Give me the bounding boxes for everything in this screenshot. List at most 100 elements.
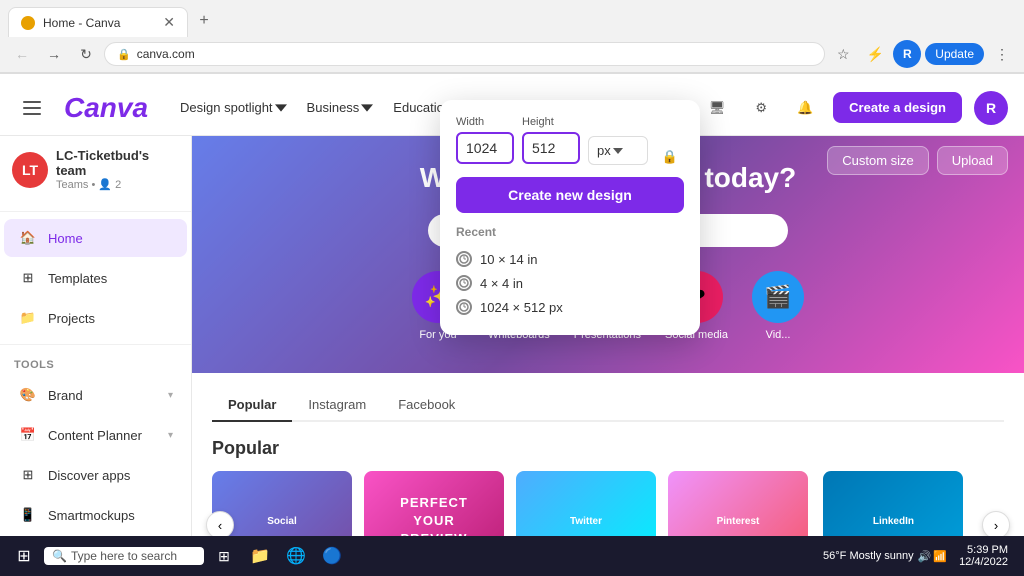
user-avatar-nav[interactable]: R xyxy=(974,91,1008,125)
browser-profile-icon: R xyxy=(893,40,921,68)
upload-button[interactable]: Upload xyxy=(937,146,1008,175)
extension-btn[interactable]: ⚡ xyxy=(861,40,889,68)
nav-business[interactable]: Business xyxy=(299,94,382,121)
address-bar[interactable]: 🔒 canva.com xyxy=(104,42,825,66)
team-subtitle: Teams • 👤 2 xyxy=(56,178,179,191)
taskbar-clock: 5:39 PM 12/4/2022 xyxy=(951,544,1016,568)
popup-spacer2 xyxy=(656,133,684,149)
taskbar-weather: 56°F Mostly sunny xyxy=(823,550,914,562)
taskbar-time: 5:39 PM xyxy=(959,544,1008,556)
sidebar-item-projects[interactable]: 📁 Projects xyxy=(4,299,187,337)
profile-tab-btn[interactable]: R xyxy=(893,40,921,68)
popup-height-label: Height xyxy=(522,116,580,128)
design-type-video[interactable]: 🎬 Vid... xyxy=(752,271,804,341)
taskbar-system-icons: 🔊 📶 xyxy=(918,550,947,563)
taskbar-network-icon[interactable]: 📶 xyxy=(933,550,947,563)
popup-height-input[interactable] xyxy=(522,132,580,164)
tools-label: Tools xyxy=(0,351,191,375)
tab-facebook[interactable]: Facebook xyxy=(382,389,471,422)
taskbar-search-bar[interactable]: 🔍 Type here to search xyxy=(44,547,204,565)
taskbar-right-area: 56°F Mostly sunny 🔊 📶 5:39 PM 12/4/2022 xyxy=(823,544,1016,568)
bookmark-btn[interactable]: ☆ xyxy=(829,40,857,68)
popup-width-input[interactable] xyxy=(456,132,514,164)
url-text: canva.com xyxy=(137,47,195,61)
nav-right-actions: 🖥 ⚙ 🔔 Create a design R xyxy=(701,91,1008,125)
carousel-prev-button[interactable]: ‹ xyxy=(206,511,234,539)
templates-icon: ⊞ xyxy=(18,268,38,288)
sidebar-item-smartmockups[interactable]: 📱 Smartmockups xyxy=(4,496,187,534)
popup-width-field: Width xyxy=(456,116,514,165)
recent-clock-icon-2 xyxy=(456,299,472,315)
video-icon: 🎬 xyxy=(752,271,804,323)
canva-logo[interactable]: Canva xyxy=(64,92,148,124)
nav-design-spotlight[interactable]: Design spotlight xyxy=(172,94,295,121)
brand-icon: 🎨 xyxy=(18,385,38,405)
sidebar-divider-top xyxy=(0,211,191,212)
sidebar: LT LC-Ticketbud's team Teams • 👤 2 🏠 Hom… xyxy=(0,130,192,570)
popup-lock-container: 🔒 xyxy=(656,116,684,165)
popular-title: Popular xyxy=(212,438,1004,459)
browser-action-buttons: ☆ ⚡ R Update ⋮ xyxy=(829,40,1016,68)
popup-unit-select[interactable]: px xyxy=(588,136,648,165)
popup-height-field: Height xyxy=(522,116,580,165)
taskbar-search-label: Type here to search xyxy=(71,549,177,563)
popup-recent-item-0[interactable]: 10 × 14 in xyxy=(456,247,684,271)
sidebar-item-discover-apps[interactable]: ⊞ Discover apps xyxy=(4,456,187,494)
monitor-icon-btn[interactable]: 🖥 xyxy=(701,92,733,124)
browser-tab-bar: Home - Canva ✕ + xyxy=(0,0,1024,36)
menu-btn[interactable]: ⋮ xyxy=(988,40,1016,68)
back-btn[interactable]: ← xyxy=(8,40,36,68)
popup-spacer xyxy=(588,116,648,132)
sidebar-team-info[interactable]: LT LC-Ticketbud's team Teams • 👤 2 xyxy=(0,138,191,201)
refresh-btn[interactable]: ↻ xyxy=(72,40,100,68)
hamburger-button[interactable] xyxy=(16,92,48,124)
sidebar-item-content-planner[interactable]: 📅 Content Planner ▾ xyxy=(4,416,187,454)
chrome-btn[interactable]: 🔵 xyxy=(316,540,348,572)
taskbar: ⊞ 🔍 Type here to search ⊞ 📁 🌐 🔵 56°F Mos… xyxy=(0,536,1024,576)
content-planner-icon: 📅 xyxy=(18,425,38,445)
content-planner-arrow: ▾ xyxy=(168,430,173,441)
popular-tabs: Popular Instagram Facebook xyxy=(212,389,1004,422)
custom-size-button[interactable]: Custom size xyxy=(827,146,929,175)
edge-btn[interactable]: 🌐 xyxy=(280,540,312,572)
tab-favicon xyxy=(21,16,35,30)
projects-icon: 📁 xyxy=(18,308,38,328)
sidebar-divider-tools xyxy=(0,344,191,345)
hero-controls: Custom size Upload xyxy=(827,146,1008,175)
new-tab-btn[interactable]: + xyxy=(192,9,216,33)
recent-clock-icon-0 xyxy=(456,251,472,267)
windows-start-btn[interactable]: ⊞ xyxy=(8,540,40,572)
custom-size-popup: Width Height px 🔒 Create new design Rece… xyxy=(440,100,700,335)
tab-title: Home - Canva xyxy=(43,16,120,30)
popup-recent-title: Recent xyxy=(456,225,684,239)
taskbar-date: 12/4/2022 xyxy=(959,556,1008,568)
lock-ratio-button[interactable]: 🔒 xyxy=(656,149,684,165)
tab-close-btn[interactable]: ✕ xyxy=(163,14,175,31)
tab-instagram[interactable]: Instagram xyxy=(292,389,382,422)
sidebar-item-home[interactable]: 🏠 Home xyxy=(4,219,187,257)
explorer-btn[interactable]: 📁 xyxy=(244,540,276,572)
notifications-icon-btn[interactable]: 🔔 xyxy=(789,92,821,124)
carousel-next-button[interactable]: › xyxy=(982,511,1010,539)
sidebar-item-brand[interactable]: 🎨 Brand ▾ xyxy=(4,376,187,414)
taskbar-speaker-icon[interactable]: 🔊 xyxy=(918,550,932,563)
browser-address-bar-row: ← → ↻ 🔒 canva.com ☆ ⚡ R Update ⋮ xyxy=(0,36,1024,73)
home-icon: 🏠 xyxy=(18,228,38,248)
settings-icon-btn[interactable]: ⚙ xyxy=(745,92,777,124)
popup-recent-item-2[interactable]: 1024 × 512 px xyxy=(456,295,684,319)
discover-apps-icon: ⊞ xyxy=(18,465,38,485)
create-design-button[interactable]: Create a design xyxy=(833,92,962,123)
task-view-btn[interactable]: ⊞ xyxy=(208,540,240,572)
popup-recent-item-1[interactable]: 4 × 4 in xyxy=(456,271,684,295)
popup-create-btn[interactable]: Create new design xyxy=(456,177,684,213)
sidebar-item-templates[interactable]: ⊞ Templates xyxy=(4,259,187,297)
recent-clock-icon-1 xyxy=(456,275,472,291)
browser-tab[interactable]: Home - Canva ✕ xyxy=(8,7,188,37)
browser-chrome: Home - Canva ✕ + ← → ↻ 🔒 canva.com ☆ ⚡ R… xyxy=(0,0,1024,74)
popup-width-label: Width xyxy=(456,116,514,128)
team-details: LC-Ticketbud's team Teams • 👤 2 xyxy=(56,148,179,191)
smartmockups-icon: 📱 xyxy=(18,505,38,525)
forward-btn[interactable]: → xyxy=(40,40,68,68)
tab-popular[interactable]: Popular xyxy=(212,389,292,422)
update-button[interactable]: Update xyxy=(925,43,984,65)
